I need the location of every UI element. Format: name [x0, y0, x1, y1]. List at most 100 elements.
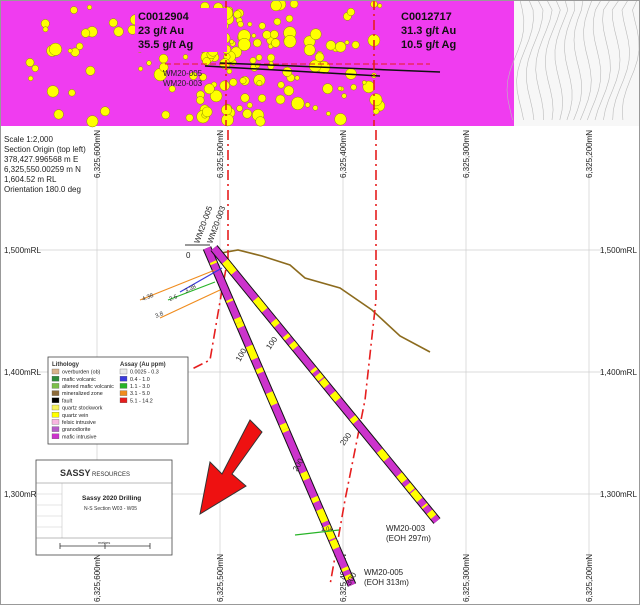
rl-right-3: 1,300mRL [600, 490, 637, 499]
soil-sample-dot [81, 28, 91, 38]
soil-sample-dot [334, 113, 347, 126]
stockwork-interval [350, 416, 359, 424]
eoh-value-wm20-003: (EOH 297m) [386, 534, 431, 543]
stockwork-interval [281, 427, 290, 433]
northing-bottom-4: 6,325,300mN [462, 554, 471, 602]
depth-label-100-b: 100 [264, 335, 279, 352]
stockwork-interval [249, 352, 258, 361]
plan-topo-area [514, 0, 640, 126]
legend-swatch [119, 397, 128, 403]
legend-swatch [51, 397, 60, 403]
soil-sample-dot [249, 57, 257, 64]
section-scale: Scale 1:2,000 [4, 135, 53, 144]
legend-swatch [119, 368, 128, 375]
stockwork-interval [225, 298, 234, 304]
legend-lithology-label: granodiorite [62, 427, 90, 433]
soil-sample-dot [294, 75, 300, 81]
northing-bottom-2: 6,325,500mN [216, 554, 225, 602]
stockwork-interval [396, 472, 408, 484]
rl-left-1: 1,500mRL [4, 246, 41, 255]
stockwork-interval [329, 538, 340, 550]
section-rl: 1,604.52 m RL [4, 175, 57, 184]
assay-label-3: 3.38 [184, 284, 198, 295]
soil-sample-dot [275, 94, 286, 105]
soil-sample-dot [312, 105, 319, 111]
eoh-value-wm20-005: (EOH 313m) [364, 578, 409, 587]
legend-assay-label: 3.1 - 5.0 [130, 391, 150, 397]
section-easting: 378,427.996568 m E [4, 155, 78, 164]
soil-sample-dot [322, 83, 334, 95]
callout-ag-1: 35.5 g/t Ag [138, 39, 193, 51]
section-orientation: Orientation 180.0 deg [4, 185, 81, 194]
legend-swatch [119, 390, 128, 396]
soil-sample-dot [304, 102, 311, 108]
legend-lithology-label: mafic volcanic [62, 377, 96, 383]
legend-swatch [51, 390, 60, 396]
eoh-hole-wm20-003: WM20-003 [386, 524, 426, 533]
soil-sample-dot [233, 10, 242, 19]
soil-sample-dot [377, 3, 383, 9]
geology-section-map: C0012904 23 g/t Au 35.5 g/t Ag C0012717 … [0, 0, 640, 605]
plan-view: C0012904 23 g/t Au 35.5 g/t Ag C0012717 … [0, 0, 640, 128]
northing-top-2: 6,325,500mN [216, 130, 225, 178]
assay-line-4 [159, 289, 221, 319]
callout-hole-1: C0012904 [138, 11, 190, 23]
soil-sample-dot [255, 54, 263, 61]
stockwork-interval [414, 494, 423, 503]
soil-sample-dot [76, 42, 84, 50]
soil-sample-dot [303, 44, 316, 56]
stockwork-interval [289, 340, 299, 350]
soil-sample-dot [351, 40, 360, 49]
stockwork-interval [266, 391, 276, 401]
soil-sample-dot [326, 111, 331, 116]
soil-sample-dot [185, 113, 194, 122]
company-logo-text: SASSY [60, 468, 91, 478]
stockwork-interval [330, 391, 341, 402]
soil-sample-dot [229, 39, 235, 45]
northing-bottom-1: 6,325,600mN [93, 554, 102, 602]
legend-swatch [119, 383, 128, 389]
legend-assay-label: 0.0025 - 0.3 [130, 370, 159, 376]
assay-label-2: 2.6 [169, 294, 180, 303]
plan-hole-label-2: WM20-003 [163, 79, 203, 88]
soil-sample-dot [289, 0, 299, 9]
soil-sample-dot [86, 115, 99, 128]
soil-sample-dot [277, 81, 285, 89]
soil-sample-dot [341, 93, 347, 99]
rl-right-1: 1,500mRL [600, 246, 637, 255]
stockwork-interval [376, 448, 387, 459]
soil-sample-dot [70, 6, 78, 14]
section-fault-2 [329, 130, 377, 586]
stockwork-interval [404, 482, 415, 493]
stockwork-interval [233, 316, 243, 325]
section-origin-title: Section Origin (top left) [4, 145, 86, 154]
callout-au-2: 31.3 g/t Au [401, 25, 456, 37]
stockwork-interval [235, 321, 245, 329]
stockwork-interval [318, 512, 329, 524]
soil-sample-dot [335, 41, 347, 53]
soil-sample-dot [108, 18, 118, 28]
legend-swatch [51, 419, 60, 425]
soil-sample-dot [310, 28, 322, 40]
soil-sample-dot [246, 102, 253, 109]
soil-sample-dot [344, 40, 350, 45]
stockwork-interval [270, 318, 280, 328]
soil-sample-dot [258, 22, 266, 30]
northing-top-5: 6,325,200mN [585, 130, 594, 178]
soil-sample-dot [262, 30, 272, 40]
depth-label-200-b: 200 [338, 431, 353, 448]
soil-sample-dot [325, 40, 336, 51]
soil-sample-dot [247, 21, 253, 27]
soil-sample-dot [362, 80, 367, 85]
soil-sample-dot [283, 34, 297, 48]
stockwork-interval [268, 397, 278, 406]
stockwork-interval [310, 366, 318, 374]
soil-sample-dot [283, 85, 294, 96]
soil-sample-dot [158, 53, 169, 64]
stockwork-interval [226, 263, 237, 275]
rl-right-2: 1,400mRL [600, 368, 637, 377]
soil-sample-dot [100, 106, 110, 117]
soil-sample-dot [237, 21, 244, 28]
soil-sample-dot [255, 116, 266, 127]
stockwork-interval [209, 260, 218, 266]
